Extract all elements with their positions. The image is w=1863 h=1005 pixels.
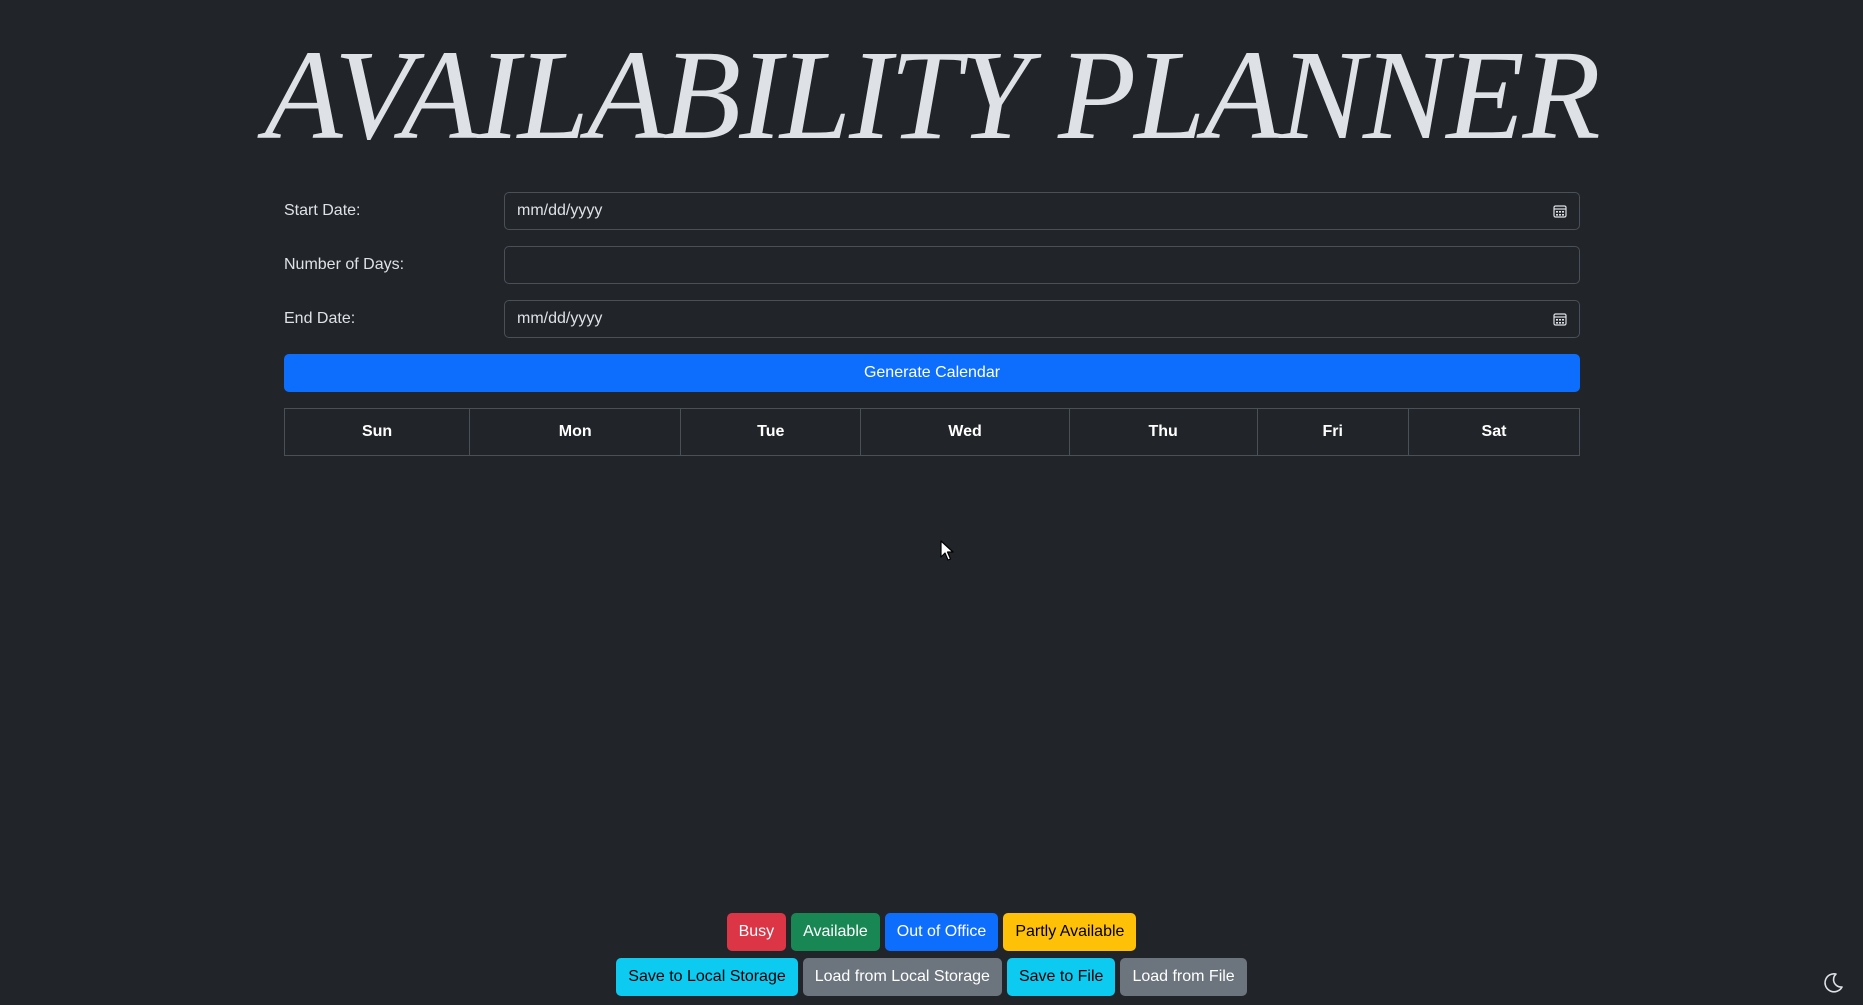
partly-available-button[interactable]: Partly Available <box>1003 913 1137 951</box>
day-header-sat: Sat <box>1408 408 1580 456</box>
day-header-mon: Mon <box>469 408 682 456</box>
end-date-label: End Date: <box>284 310 356 327</box>
storage-actions: Save to Local Storage Load from Local St… <box>0 958 1863 996</box>
end-date-input[interactable]: mm/dd/yyyy <box>504 300 1580 338</box>
end-date-row: End Date: mm/dd/yyyy <box>284 300 1580 338</box>
day-header-fri: Fri <box>1256 408 1409 456</box>
load-file-button[interactable]: Load from File <box>1120 958 1247 996</box>
calendar-icon[interactable] <box>1553 312 1567 326</box>
page-title: AVAILABILITY PLANNER <box>264 24 1600 166</box>
calendar-table: Sun Mon Tue Wed Thu Fri Sat <box>283 408 1580 456</box>
date-form: Start Date: mm/dd/yyyy Number of Days: E… <box>283 192 1580 456</box>
calendar-header-row: Sun Mon Tue Wed Thu Fri Sat <box>283 408 1580 456</box>
mouse-cursor-icon <box>940 540 954 561</box>
busy-button[interactable]: Busy <box>726 913 787 951</box>
moon-icon[interactable] <box>1821 971 1845 995</box>
page: AVAILABILITY PLANNER Start Date: mm/dd/y… <box>0 0 1863 1005</box>
status-legend: Busy Available Out of Office Partly Avai… <box>0 913 1863 951</box>
available-button[interactable]: Available <box>791 913 880 951</box>
calendar-icon[interactable] <box>1553 204 1567 218</box>
day-header-tue: Tue <box>680 408 862 456</box>
start-date-input[interactable]: mm/dd/yyyy <box>504 192 1580 230</box>
day-header-wed: Wed <box>860 408 1070 456</box>
save-local-storage-button[interactable]: Save to Local Storage <box>616 958 798 996</box>
start-date-label: Start Date: <box>284 202 361 219</box>
num-days-input[interactable] <box>504 246 1580 284</box>
day-header-thu: Thu <box>1068 408 1258 456</box>
out-of-office-button[interactable]: Out of Office <box>884 913 999 951</box>
num-days-label: Number of Days: <box>284 256 405 273</box>
load-local-storage-button[interactable]: Load from Local Storage <box>802 958 1002 996</box>
day-header-sun: Sun <box>283 408 471 456</box>
save-file-button[interactable]: Save to File <box>1006 958 1116 996</box>
start-date-row: Start Date: mm/dd/yyyy <box>284 192 1580 230</box>
num-days-row: Number of Days: <box>284 246 1580 284</box>
start-date-placeholder: mm/dd/yyyy <box>517 202 603 219</box>
generate-calendar-button[interactable]: Generate Calendar <box>284 354 1580 392</box>
end-date-placeholder: mm/dd/yyyy <box>517 310 603 327</box>
